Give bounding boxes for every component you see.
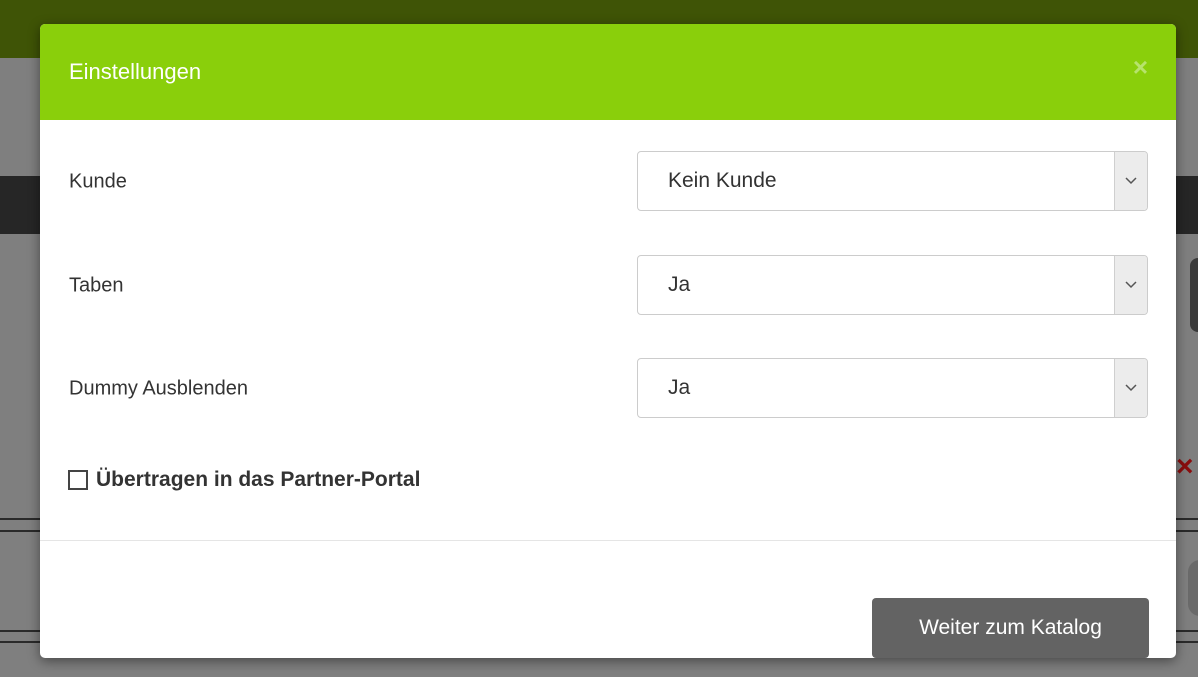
- chevron-down-icon[interactable]: [1114, 152, 1147, 210]
- field-label: Kunde: [69, 170, 127, 193]
- taben-select[interactable]: Ja: [637, 255, 1148, 315]
- select-value: Ja: [668, 273, 691, 296]
- form-row-dummy-ausblenden: Dummy Ausblenden Ja: [69, 358, 1149, 420]
- background-button: [1190, 258, 1198, 332]
- chevron-down-icon[interactable]: [1114, 359, 1147, 417]
- partner-portal-option[interactable]: Übertragen in das Partner-Portal: [68, 468, 420, 492]
- form-row-taben: Taben Ja: [69, 255, 1149, 317]
- field-label: Dummy Ausblenden: [69, 377, 248, 400]
- background-delete-icon: ×: [1176, 450, 1194, 483]
- background-button: [1188, 560, 1198, 616]
- field-label: Taben: [69, 274, 124, 297]
- partner-portal-checkbox[interactable]: [68, 470, 88, 490]
- kunde-select[interactable]: Kein Kunde: [637, 151, 1148, 211]
- settings-modal: Einstellungen × Kunde Kein Kunde Taben J…: [40, 24, 1176, 658]
- modal-header: Einstellungen ×: [40, 24, 1176, 120]
- modal-footer-divider: [40, 540, 1176, 541]
- dummy-ausblenden-select[interactable]: Ja: [637, 358, 1148, 418]
- chevron-down-icon[interactable]: [1114, 256, 1147, 314]
- continue-to-catalog-button[interactable]: Weiter zum Katalog: [872, 598, 1149, 658]
- close-icon[interactable]: ×: [1133, 54, 1148, 80]
- select-value: Ja: [668, 376, 691, 399]
- checkbox-label[interactable]: Übertragen in das Partner-Portal: [96, 468, 420, 492]
- modal-title: Einstellungen: [69, 59, 202, 84]
- form-row-kunde: Kunde Kein Kunde: [69, 151, 1149, 213]
- select-value: Kein Kunde: [668, 169, 777, 192]
